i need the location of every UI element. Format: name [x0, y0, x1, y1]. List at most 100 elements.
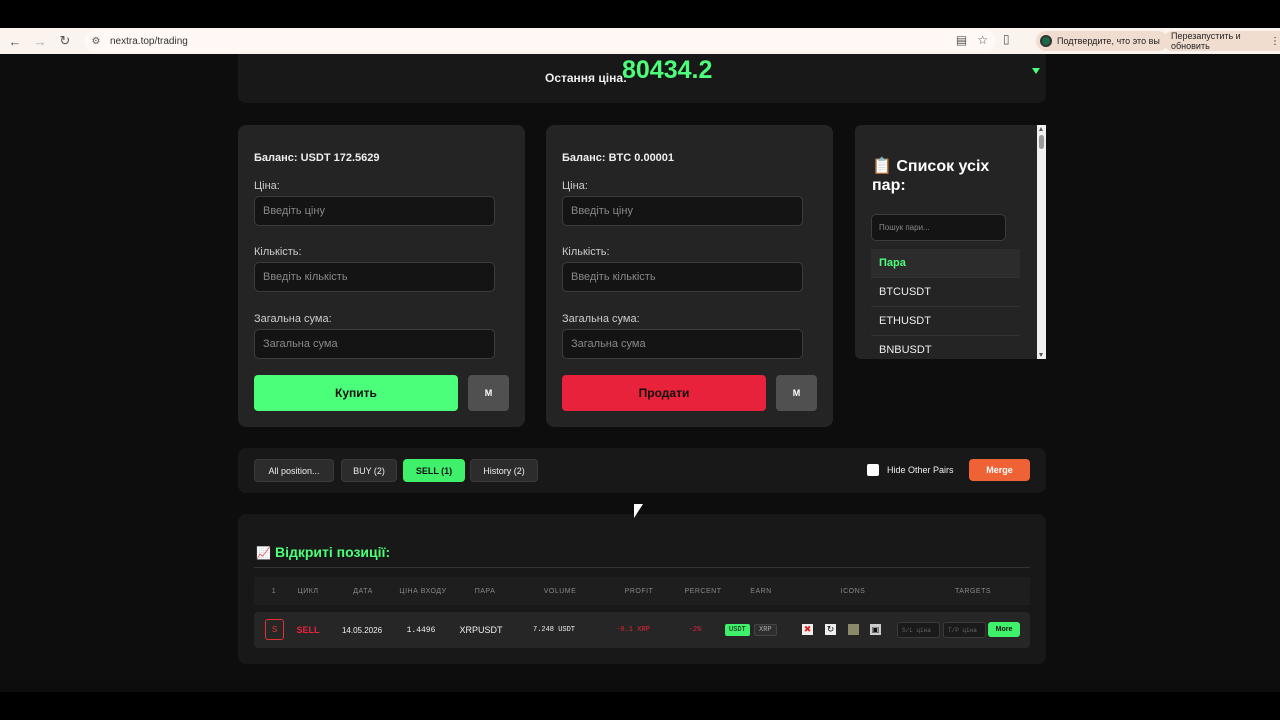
sell-button[interactable]: Продати: [562, 375, 766, 411]
col-earn: EARN: [750, 588, 772, 595]
sell-qty-label: Кількість:: [562, 246, 610, 258]
reload-icon[interactable]: ↻: [55, 31, 75, 51]
filter-sell[interactable]: SELL (1): [403, 459, 465, 482]
pair-item[interactable]: BTCUSDT: [871, 278, 1020, 307]
filter-all[interactable]: All position...: [254, 459, 334, 482]
translate-icon[interactable]: ▤: [956, 33, 967, 47]
sell-balance: Баланс: BTC 0.00001: [562, 152, 675, 164]
sell-total-input[interactable]: [562, 329, 803, 359]
positions-table-header: 1 ЦИКЛ ДАТА ЦІНА ВХОДУ ПАРА VOLUME PROFI…: [254, 577, 1030, 605]
open-positions: 📈 Відкриті позиції: 1 ЦИКЛ ДАТА ЦІНА ВХОД…: [238, 514, 1046, 664]
buy-price-input[interactable]: [254, 196, 495, 226]
pair-item[interactable]: BNBUSDT: [871, 336, 1020, 359]
buy-total-label: Загальна сума:: [254, 313, 332, 325]
col-percent: PERCENT: [684, 588, 722, 595]
table-row[interactable]: S SELL 14.05.2026 1.4496 XRPUSDT 7.248 U…: [254, 612, 1030, 648]
divider: [254, 567, 1030, 568]
sell-market-button[interactable]: M: [776, 375, 817, 411]
last-price-value: 80434.2: [622, 56, 713, 84]
row-volume: 7.248 USDT: [532, 626, 576, 634]
buy-price-label: Ціна:: [254, 180, 280, 192]
clipboard-icon: 📋: [872, 158, 892, 175]
buy-market-button[interactable]: M: [468, 375, 509, 411]
col-targets: TARGETS: [954, 588, 992, 595]
buy-total-input[interactable]: [254, 329, 495, 359]
positions-title: 📈 Відкриті позиції:: [256, 544, 390, 560]
sell-total-label: Загальна сума:: [562, 313, 640, 325]
ticker-card: Остання ціна: 80434.2: [238, 54, 1046, 103]
pairs-panel: 📋 Список усіх пар: Пара BTCUSDT ETHUSDT …: [855, 125, 1046, 359]
scroll-up-icon[interactable]: [1039, 127, 1043, 131]
buy-form: Баланс: USDT 172.5629 Ціна: Кількість: З…: [238, 125, 525, 427]
col-entry: ЦІНА ВХОДУ: [399, 588, 447, 595]
address-url: nextra.top/trading: [110, 35, 188, 47]
row-side: SELL: [296, 625, 320, 635]
row-entry: 1.4496: [406, 626, 436, 635]
sell-price-input[interactable]: [562, 196, 803, 226]
close-position-icon[interactable]: ✖: [802, 624, 813, 635]
col-index: 1: [271, 588, 277, 595]
col-profit: PROFIT: [624, 588, 654, 595]
sell-form: Баланс: BTC 0.00001 Ціна: Кількість: Заг…: [546, 125, 833, 427]
earn-usdt-toggle[interactable]: USDT: [725, 624, 750, 636]
mouse-cursor-icon: [634, 504, 643, 518]
reverse-icon[interactable]: ↻: [825, 624, 836, 635]
last-price-label: Остання ціна:: [545, 71, 628, 85]
pair-search-input[interactable]: [871, 214, 1006, 241]
extensions-icon[interactable]: ▯: [1003, 32, 1010, 46]
row-profit: -0.1 XRP: [616, 626, 650, 634]
browser-toolbar: ← → ↻ ⚙ nextra.top/trading ▤ ☆ ▯ Подтвер…: [0, 28, 1280, 54]
pair-item[interactable]: ETHUSDT: [871, 307, 1020, 336]
scroll-down-icon[interactable]: [1039, 353, 1043, 357]
pairs-scrollbar[interactable]: [1037, 125, 1046, 359]
position-filters: All position... BUY (2) SELL (1) History…: [238, 448, 1046, 493]
hide-other-pairs-checkbox[interactable]: [867, 464, 879, 476]
hide-other-pairs-label: Hide Other Pairs: [887, 465, 954, 475]
buy-button[interactable]: Купить: [254, 375, 458, 411]
col-icons: ICONS: [840, 588, 866, 595]
color-swatch-icon[interactable]: [848, 624, 859, 635]
update-button[interactable]: Перезапустить и обновить: [1163, 31, 1280, 51]
col-date: ДАТА: [353, 588, 373, 595]
trading-page: Остання ціна: 80434.2 Баланс: USDT 172.5…: [0, 54, 1280, 692]
buy-qty-label: Кількість:: [254, 246, 302, 258]
profile-avatar-icon: [1040, 35, 1052, 47]
forward-icon[interactable]: →: [30, 31, 50, 51]
profile-prompt: Подтвердите, что это вы: [1057, 36, 1160, 46]
stop-loss-input[interactable]: [897, 622, 940, 638]
pairs-title: 📋 Список усіх пар:: [872, 157, 1022, 195]
row-date: 14.05.2026: [341, 626, 383, 635]
filter-buy[interactable]: BUY (2): [341, 459, 397, 482]
sell-price-label: Ціна:: [562, 180, 588, 192]
scroll-thumb[interactable]: [1039, 135, 1044, 149]
details-icon[interactable]: ▣: [870, 624, 881, 635]
profile-pill[interactable]: Подтвердите, что это вы: [1036, 31, 1168, 51]
menu-icon[interactable]: ⋮: [1270, 36, 1280, 47]
pairs-list: Пара BTCUSDT ETHUSDT BNBUSDT: [871, 249, 1020, 359]
address-bar[interactable]: ⚙ nextra.top/trading ▤ ☆: [84, 30, 996, 52]
filter-history[interactable]: History (2): [470, 459, 538, 482]
earn-xrp-toggle[interactable]: XRP: [754, 624, 777, 636]
chart-up-icon: 📈: [256, 546, 271, 560]
buy-balance: Баланс: USDT 172.5629: [254, 152, 380, 164]
row-percent: -2%: [688, 626, 702, 634]
site-info-icon[interactable]: ⚙: [90, 35, 102, 47]
col-volume: VOLUME: [543, 588, 577, 595]
row-pair: XRPUSDT: [459, 625, 503, 635]
col-pair: ПАРА: [474, 588, 496, 595]
update-label: Перезапустить и обновить: [1171, 31, 1241, 51]
sell-qty-input[interactable]: [562, 262, 803, 292]
side-badge: S: [265, 619, 284, 640]
bookmark-star-icon[interactable]: ☆: [977, 33, 988, 47]
merge-button[interactable]: Merge: [969, 459, 1030, 481]
buy-qty-input[interactable]: [254, 262, 495, 292]
bottom-black-bar: [0, 692, 1280, 720]
positions-title-text: Відкриті позиції:: [274, 544, 391, 560]
top-black-bar: [0, 0, 1280, 28]
back-icon[interactable]: ←: [5, 31, 25, 51]
more-button[interactable]: More: [988, 622, 1020, 637]
pairs-header: Пара: [871, 249, 1020, 278]
expand-triangle-icon[interactable]: [1032, 68, 1040, 74]
take-profit-input[interactable]: [943, 622, 986, 638]
col-cycle: ЦИКЛ: [297, 588, 319, 595]
